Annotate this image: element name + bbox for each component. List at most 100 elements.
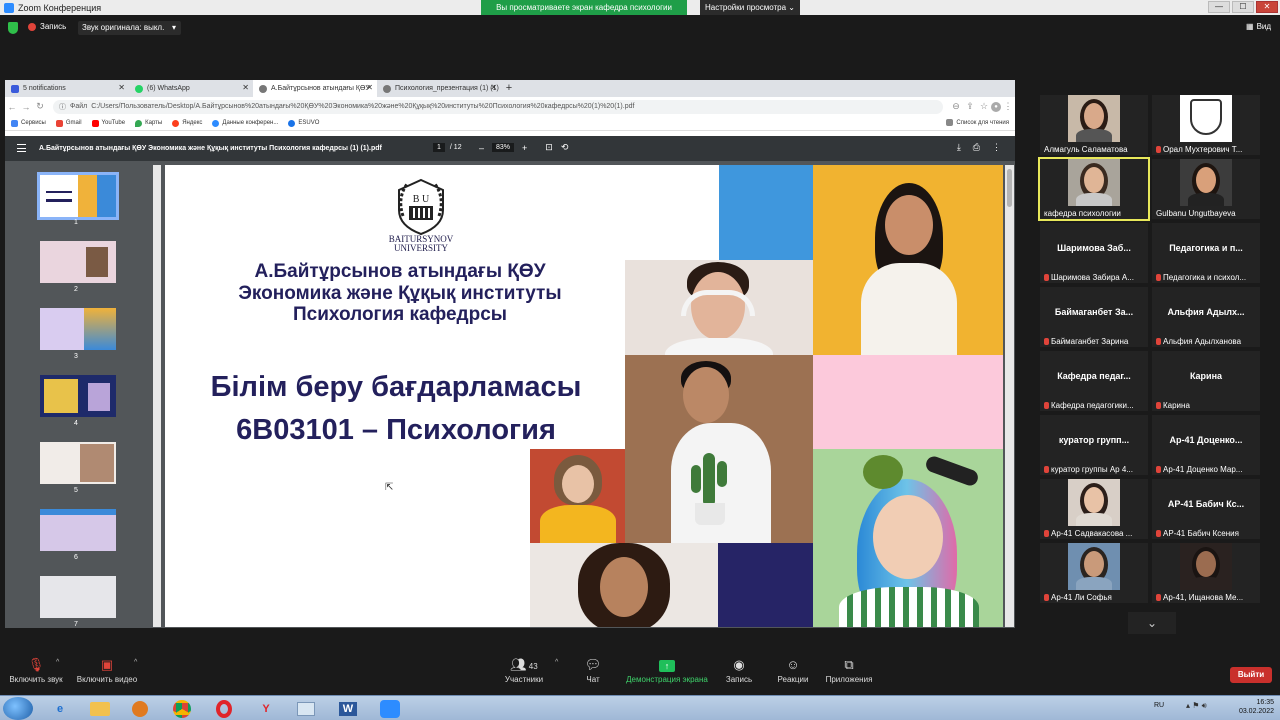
internet-explorer-icon[interactable]: e bbox=[42, 698, 78, 719]
scrollbar-thumb[interactable] bbox=[1007, 169, 1012, 207]
participant-tile[interactable]: Ар-41 Доценко... Ар-41 Доценко Мар... bbox=[1152, 415, 1260, 475]
more-options-icon[interactable]: ⋮ bbox=[992, 142, 1001, 153]
tab-close-icon[interactable]: ✕ bbox=[118, 83, 125, 92]
recording-indicator[interactable]: Запись bbox=[28, 22, 66, 31]
download-icon[interactable]: ⤓ bbox=[957, 142, 961, 153]
start-video-button[interactable]: ▣ Включить видео bbox=[74, 655, 140, 684]
hamburger-menu-icon[interactable] bbox=[17, 144, 26, 152]
media-player-icon[interactable] bbox=[122, 698, 158, 719]
zoom-value[interactable]: 83% bbox=[492, 143, 515, 152]
browser-tab[interactable]: (6) WhatsApp ✕ bbox=[129, 80, 253, 97]
leave-button[interactable]: Выйти bbox=[1230, 667, 1272, 683]
more-participants-chevron-icon[interactable]: ⌄ bbox=[1128, 612, 1176, 634]
page-thumbnail-6[interactable] bbox=[40, 509, 116, 551]
chat-button[interactable]: 💬︎ Чат bbox=[576, 655, 610, 684]
bookmark-item[interactable]: YouTube bbox=[91, 119, 125, 127]
share-icon[interactable]: ⇪ bbox=[963, 101, 977, 112]
view-button[interactable]: ▦ Вид bbox=[1246, 22, 1271, 31]
page-thumbnail-5[interactable] bbox=[40, 442, 116, 484]
windows-start-button[interactable] bbox=[3, 697, 33, 720]
tab-close-icon[interactable]: ✕ bbox=[490, 83, 497, 92]
chat-bubble-icon: 💬︎ bbox=[584, 657, 602, 672]
security-shield-icon[interactable] bbox=[8, 22, 18, 34]
participant-tile[interactable]: Альфия Адылх... Альфия Адылханова bbox=[1152, 287, 1260, 347]
forward-button[interactable]: → bbox=[19, 102, 33, 112]
bookmark-item[interactable]: Данные конферен... bbox=[212, 119, 278, 127]
participant-tile[interactable]: Ар-41, Ищанова Ме... bbox=[1152, 543, 1260, 603]
zoom-in-button[interactable]: + bbox=[522, 143, 527, 153]
minimize-button[interactable]: — bbox=[1208, 1, 1230, 13]
original-audio-button[interactable]: Звук оригинала: выкл. ▾ bbox=[78, 21, 181, 35]
browser-tab[interactable]: 5 notifications ✕ bbox=[5, 80, 129, 97]
zoom-out-button[interactable]: – bbox=[479, 143, 484, 153]
document-scrollbar[interactable] bbox=[1005, 165, 1014, 627]
video-off-icon: ▣ bbox=[100, 657, 114, 672]
participant-tile[interactable]: кафедра психологии bbox=[1038, 157, 1150, 221]
yandex-browser-icon[interactable]: Y bbox=[248, 698, 284, 719]
page-number-input[interactable]: 1 bbox=[433, 143, 445, 152]
participant-tile[interactable]: Кафедра педаг... Кафедра педагогики... bbox=[1040, 351, 1148, 411]
zoom-taskbar-icon[interactable] bbox=[372, 698, 408, 719]
profile-avatar[interactable]: ● bbox=[991, 101, 1001, 112]
participant-tile[interactable]: Gulbanu Ungutbayeva bbox=[1152, 159, 1260, 219]
participants-button[interactable]: 👥︎ 43 Участники bbox=[500, 655, 548, 684]
word-icon[interactable]: W bbox=[330, 698, 366, 719]
participant-tile[interactable]: Педагогика и п... Педагогика и психол... bbox=[1152, 223, 1260, 283]
page-thumbnail-7[interactable] bbox=[40, 576, 116, 618]
url-input[interactable]: ⓘ Файл C:/Users/Пользователь/Desktop/А.Б… bbox=[53, 99, 943, 114]
page-thumbnail-2[interactable] bbox=[40, 241, 116, 283]
tab-close-icon[interactable]: ✕ bbox=[366, 83, 373, 92]
rotate-icon[interactable]: ⟲ bbox=[561, 142, 569, 153]
tab-close-icon[interactable]: ✕ bbox=[242, 83, 249, 92]
participant-tile[interactable]: Алмагуль Саламатова bbox=[1040, 95, 1148, 155]
meeting-top-strip bbox=[0, 15, 1280, 43]
participant-tile[interactable]: АР-41 Бабич Кс... АР-41 Бабич Ксения bbox=[1152, 479, 1260, 539]
bookmark-item[interactable]: Яндекс bbox=[172, 119, 202, 127]
reading-list-button[interactable]: Список для чтения bbox=[946, 119, 1009, 126]
zoom-icon[interactable]: ⊖ bbox=[949, 101, 963, 112]
view-options-button[interactable]: Настройки просмотра ⌄ bbox=[700, 0, 800, 15]
browser-tab-active[interactable]: А.Байтұрсынов атындағы ҚӨУ ✕ bbox=[253, 80, 377, 97]
participant-tile[interactable]: Ар-41 Ли Софья bbox=[1040, 543, 1148, 603]
star-icon[interactable]: ☆ bbox=[977, 101, 991, 112]
participant-tile[interactable]: Шаримова Заб... Шаримова Забира А... bbox=[1040, 223, 1148, 283]
language-indicator[interactable]: RU bbox=[1154, 702, 1164, 709]
close-button[interactable]: ✕ bbox=[1256, 1, 1278, 13]
opera-icon[interactable] bbox=[206, 698, 242, 719]
system-clock[interactable]: 16:35 03.02.2022 bbox=[1239, 698, 1274, 716]
page-thumbnail-1[interactable] bbox=[37, 172, 119, 220]
mouse-cursor-icon: ⇱ bbox=[385, 482, 394, 493]
participant-tile[interactable]: Ар-41 Садвакасова ... bbox=[1040, 479, 1148, 539]
bookmark-item[interactable]: Сервисы bbox=[11, 119, 46, 127]
page-thumbnail-3[interactable] bbox=[40, 308, 116, 350]
fit-page-icon[interactable]: ⊡ bbox=[545, 142, 553, 153]
participant-tile[interactable]: куратор групп... куратор группы Ар 4... bbox=[1040, 415, 1148, 475]
participant-tile[interactable]: Баймаганбет За... Баймаганбет Зарина bbox=[1040, 287, 1148, 347]
record-button[interactable]: ◉ Запись bbox=[720, 655, 758, 684]
bookmark-item[interactable]: Карты bbox=[135, 119, 162, 127]
tab-label: А.Байтұрсынов атындағы ҚӨУ bbox=[271, 85, 370, 92]
reload-button[interactable]: ↻ bbox=[33, 101, 47, 112]
new-tab-button[interactable]: + bbox=[501, 80, 517, 97]
menu-icon[interactable]: ⋮ bbox=[1001, 101, 1015, 112]
participant-tile[interactable]: Орал Мухтерович Т... bbox=[1152, 95, 1260, 155]
participant-tile[interactable]: Карина Карина bbox=[1152, 351, 1260, 411]
maximize-button[interactable]: ☐ bbox=[1232, 1, 1254, 13]
print-icon[interactable]: ⎙ bbox=[973, 142, 980, 153]
back-button[interactable]: ← bbox=[5, 102, 19, 112]
bookmark-item[interactable]: ESUVO bbox=[288, 119, 319, 127]
apps-button[interactable]: ⧉ Приложения bbox=[822, 655, 876, 684]
pinned-app-icon[interactable] bbox=[288, 698, 324, 719]
chrome-icon[interactable] bbox=[164, 698, 200, 719]
share-screen-button[interactable]: ↑ Демонстрация экрана bbox=[622, 655, 712, 684]
participants-chevron-icon[interactable]: ^ bbox=[555, 659, 558, 666]
thumbnail-scrollbar[interactable] bbox=[153, 165, 161, 627]
page-thumbnail-4[interactable] bbox=[40, 375, 116, 417]
bookmark-item[interactable]: Gmail bbox=[55, 119, 82, 127]
file-explorer-icon[interactable] bbox=[82, 698, 118, 719]
reactions-button[interactable]: ☺ Реакции bbox=[772, 655, 814, 684]
tray-icons[interactable]: ▴ ⚑ 🔊︎ bbox=[1186, 701, 1207, 711]
audio-options-chevron-icon[interactable]: ^ bbox=[56, 659, 59, 666]
browser-tab[interactable]: Психология_презентация (1) (1) ✕ bbox=[377, 80, 501, 97]
video-options-chevron-icon[interactable]: ^ bbox=[134, 659, 137, 666]
